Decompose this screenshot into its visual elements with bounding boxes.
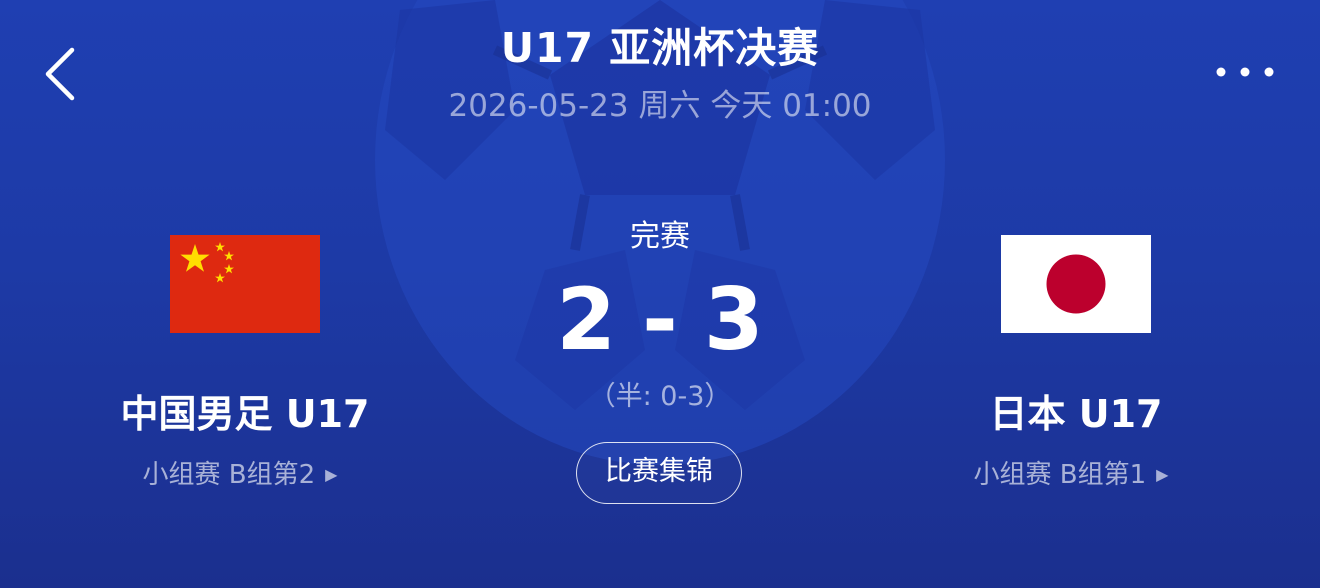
away-team-rank: 小组赛 B组第1 (973, 460, 1147, 490)
away-score: 3 (703, 270, 764, 370)
caret-right-icon: ▶ (325, 465, 338, 484)
home-team-rank: 小组赛 B组第2 (142, 460, 316, 490)
match-header: U17 亚洲杯决赛 2026-05-23 周六 今天 01:00 中国男足 U1… (0, 0, 1320, 588)
more-button[interactable] (1205, 52, 1285, 92)
more-dots-icon (1216, 67, 1274, 77)
match-datetime: 2026-05-23 周六 今天 01:00 (448, 88, 872, 124)
highlights-button[interactable]: 比赛集锦 (576, 442, 742, 504)
page-title: U17 亚洲杯决赛 (500, 24, 820, 72)
home-team-rank-link[interactable]: 小组赛 B组第2 ▶ (40, 455, 440, 495)
china-flag-icon (170, 235, 320, 333)
away-team-rank-link[interactable]: 小组赛 B组第1 ▶ (871, 455, 1271, 495)
score-separator: - (642, 270, 678, 370)
caret-right-icon: ▶ (1156, 465, 1169, 484)
japan-flag-icon (1001, 235, 1151, 333)
halftime-score: （半: 0-3） (588, 381, 732, 412)
home-team-name[interactable]: 中国男足 U17 (45, 388, 445, 440)
match-status: 完赛 (630, 219, 690, 254)
away-team-name[interactable]: 日本 U17 (876, 388, 1276, 440)
home-score: 2 (556, 270, 617, 370)
scoreboard: 2-3 (460, 270, 860, 370)
